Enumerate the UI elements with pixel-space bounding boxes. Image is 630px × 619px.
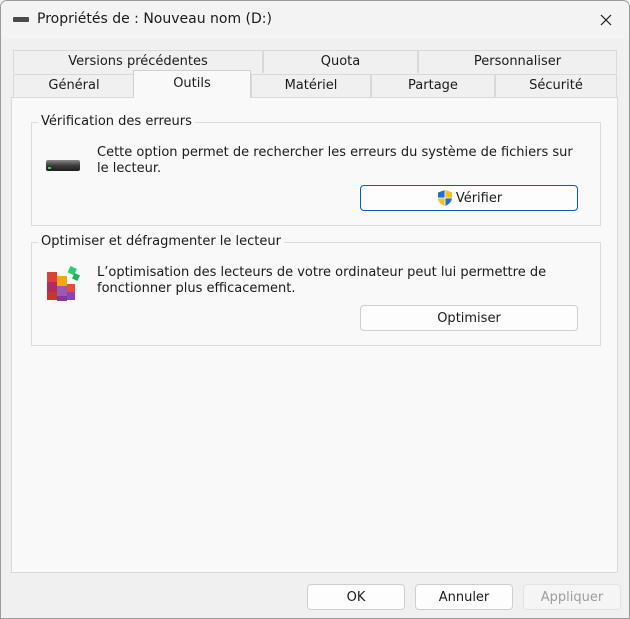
shield-icon <box>437 190 452 206</box>
title-bar: Propriétés de : Nouveau nom (D:) <box>1 1 629 39</box>
tab-partage[interactable]: Partage <box>371 74 495 97</box>
apply-button-label: Appliquer <box>540 589 604 605</box>
window-title: Propriétés de : Nouveau nom (D:) <box>37 11 272 27</box>
tab-label: Versions précédentes <box>68 54 208 69</box>
optimize-button-label: Optimiser <box>437 310 501 326</box>
tab-label: Quota <box>320 54 361 69</box>
ok-button[interactable]: OK <box>307 584 405 610</box>
optimize-description: L’optimisation des lecteurs de votre ord… <box>97 265 547 296</box>
error-check-group: Vérification des erreurs Cette option pe… <box>31 114 601 226</box>
close-icon <box>600 14 612 26</box>
group-title: Optimiser et défragmenter le lecteur <box>38 234 284 249</box>
tab-general[interactable]: Général <box>13 74 135 97</box>
tab-quota[interactable]: Quota <box>263 50 418 73</box>
tab-label: Partage <box>408 78 458 93</box>
tab-label: Sécurité <box>529 78 583 93</box>
tab-personnaliser[interactable]: Personnaliser <box>418 50 617 73</box>
properties-dialog: Propriétés de : Nouveau nom (D:) Version… <box>0 0 630 619</box>
optimize-button[interactable]: Optimiser <box>360 305 578 331</box>
dialog-footer: OK Annuler Appliquer <box>1 573 629 618</box>
tab-label: Matériel <box>284 78 338 93</box>
tab-materiel[interactable]: Matériel <box>251 74 371 97</box>
tab-label: Outils <box>173 76 211 91</box>
ok-button-label: OK <box>346 589 366 605</box>
tab-panel-outils: Vérification des erreurs Cette option pe… <box>11 97 618 573</box>
error-check-description: Cette option permet de rechercher les er… <box>97 145 573 176</box>
optimize-group: Optimiser et défragmenter le lecteur L’o… <box>31 234 601 346</box>
tab-label: Général <box>48 78 100 93</box>
close-button[interactable] <box>583 1 629 39</box>
verify-button-label: Vérifier <box>455 190 503 206</box>
tab-label: Personnaliser <box>473 54 562 69</box>
cancel-button[interactable]: Annuler <box>415 584 513 610</box>
tab-securite[interactable]: Sécurité <box>495 74 617 97</box>
defrag-icon <box>47 266 80 301</box>
drive-icon <box>46 160 80 171</box>
group-title: Vérification des erreurs <box>38 114 195 129</box>
verify-button[interactable]: Vérifier <box>360 185 578 211</box>
drive-title-icon <box>13 17 29 22</box>
tab-outils[interactable]: Outils <box>133 70 251 98</box>
apply-button[interactable]: Appliquer <box>523 584 621 610</box>
cancel-button-label: Annuler <box>438 589 490 605</box>
